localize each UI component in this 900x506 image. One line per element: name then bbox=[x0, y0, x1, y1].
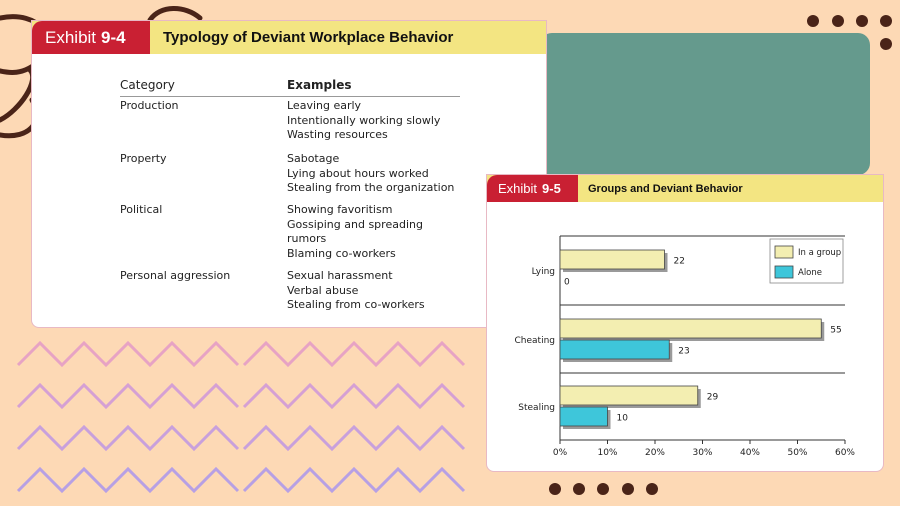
category-label: Lying bbox=[532, 267, 555, 277]
bar bbox=[559, 339, 670, 360]
example-item: Lying about hours worked bbox=[287, 166, 429, 180]
data-label: 29 bbox=[707, 393, 719, 403]
bar bbox=[559, 249, 665, 270]
example-item: Sexual harassment bbox=[287, 269, 393, 282]
bar bbox=[559, 318, 822, 339]
category-label: Stealing bbox=[518, 403, 555, 413]
example-item: rumors bbox=[287, 232, 327, 245]
exhibit-9-5-card: Exhibit 9-5 Groups and Deviant Behavior … bbox=[486, 174, 884, 472]
teal-panel bbox=[540, 33, 870, 175]
data-label: 55 bbox=[830, 326, 841, 336]
example-item: Gossiping and spreading bbox=[287, 217, 423, 231]
table-row-examples: Showing favoritism Gossiping and spreadi… bbox=[287, 203, 423, 261]
table-row-examples: Sexual harassment Verbal abuse Stealing … bbox=[287, 269, 425, 313]
exhibit-9-4-title: Typology of Deviant Workplace Behavior bbox=[163, 29, 454, 46]
table-row-category: Production bbox=[120, 99, 179, 112]
exhibit-9-4-card: Exhibit 9-4 Typology of Deviant Workplac… bbox=[31, 20, 547, 328]
example-item: Showing favoritism bbox=[287, 203, 393, 216]
x-tick-label: 30% bbox=[692, 448, 712, 458]
data-label: 22 bbox=[674, 257, 685, 267]
data-label: 10 bbox=[617, 414, 629, 424]
legend-label: Alone bbox=[798, 268, 822, 278]
exhibit-number: 9-4 bbox=[101, 27, 126, 47]
groups-deviant-behavior-chart: 0% 10% 20% 30% 40% 50% 60% Lying 22 0 Cheating 55 23… bbox=[515, 235, 855, 458]
table-row-examples: Sabotage Lying about hours worked Steali… bbox=[287, 152, 454, 196]
exhibit-number: 9-5 bbox=[542, 181, 561, 196]
x-tick-label: 10% bbox=[597, 448, 617, 458]
x-tick-label: 0% bbox=[553, 448, 568, 458]
example-item: Stealing from the organization bbox=[287, 181, 455, 194]
column-header-examples: Examples bbox=[287, 78, 352, 92]
table-row-category: Property bbox=[120, 152, 167, 165]
exhibit-label: Exhibit bbox=[498, 181, 538, 196]
exhibit-9-4-header: Exhibit 9-4 Typology of Deviant Workplac… bbox=[32, 21, 546, 54]
legend-label: In a group bbox=[798, 248, 841, 258]
example-item: Wasting resources bbox=[287, 128, 388, 141]
table-row-examples: Leaving early Intentionally working slow… bbox=[287, 99, 440, 143]
example-item: Sabotage bbox=[287, 152, 340, 165]
x-tick-label: 40% bbox=[740, 448, 760, 458]
zigzag-decoration bbox=[16, 340, 466, 494]
exhibit-9-5-title: Groups and Deviant Behavior bbox=[588, 182, 743, 195]
example-item: Stealing from co-workers bbox=[287, 298, 425, 311]
table-row-category: Political bbox=[120, 203, 163, 216]
example-item: Verbal abuse bbox=[287, 283, 359, 297]
legend-swatch bbox=[774, 265, 794, 279]
exhibit-9-5-tag: Exhibit 9-5 bbox=[487, 175, 578, 202]
column-header-category: Category bbox=[120, 78, 175, 92]
bar bbox=[559, 385, 699, 406]
x-tick-label: 20% bbox=[645, 448, 665, 458]
header-rule bbox=[120, 96, 460, 97]
x-tick-label: 50% bbox=[787, 448, 807, 458]
exhibit-label: Exhibit bbox=[45, 27, 97, 47]
bar bbox=[559, 406, 608, 427]
category-label: Cheating bbox=[515, 336, 556, 346]
data-label: 23 bbox=[678, 347, 689, 357]
example-item: Intentionally working slowly bbox=[287, 113, 441, 127]
data-label: 0 bbox=[564, 278, 570, 288]
table-row-category: Personal aggression bbox=[120, 269, 231, 282]
exhibit-9-4-tag: Exhibit 9-4 bbox=[32, 21, 150, 54]
example-item: Leaving early bbox=[287, 99, 362, 112]
example-item: Blaming co-workers bbox=[287, 246, 396, 260]
x-tick-label: 60% bbox=[835, 448, 855, 458]
exhibit-9-5-header: Exhibit 9-5 Groups and Deviant Behavior bbox=[487, 175, 883, 202]
legend-swatch bbox=[774, 245, 794, 259]
